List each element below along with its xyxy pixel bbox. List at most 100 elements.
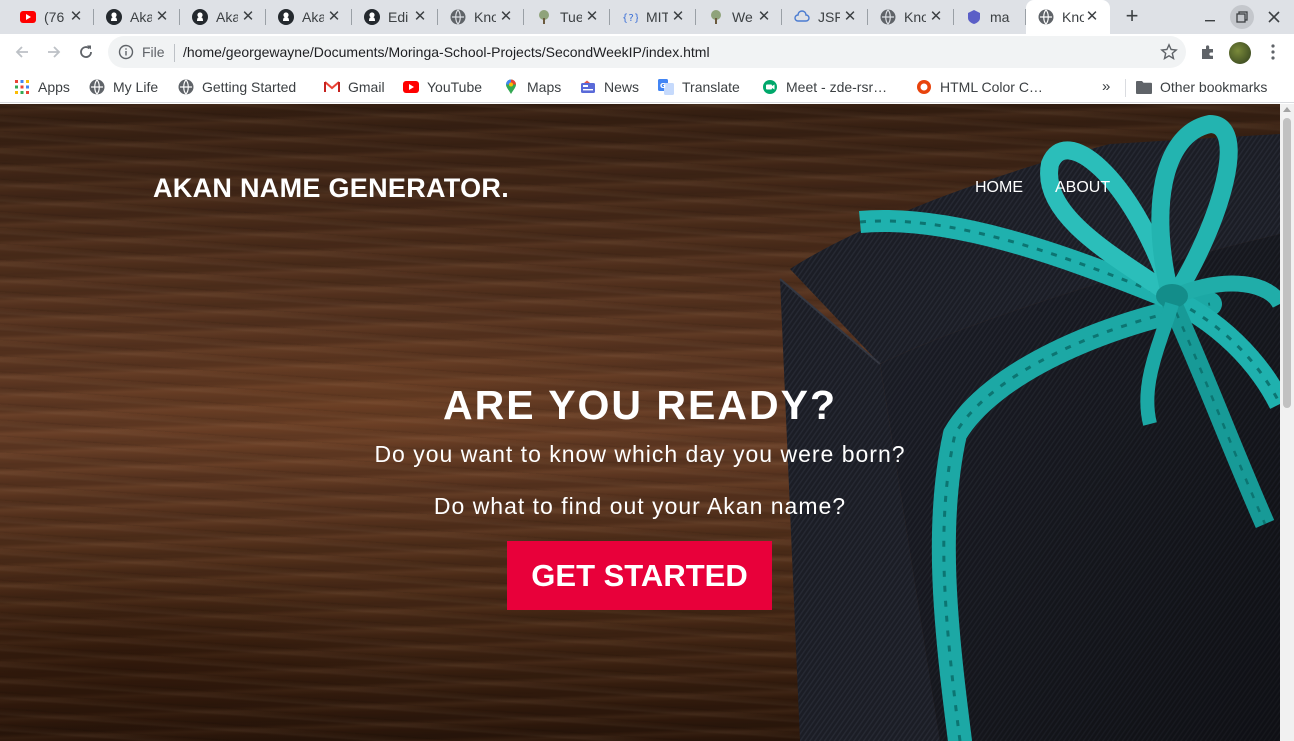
github-icon — [364, 9, 380, 25]
bookmark-html-color[interactable]: HTML Color C… — [916, 76, 1043, 98]
bookmark-my-life[interactable]: My Life — [89, 76, 158, 98]
bookmark-label: News — [604, 79, 640, 95]
tab-title: Tue — [560, 9, 582, 25]
globe-icon — [89, 79, 105, 95]
bookmark-label: Maps — [527, 79, 562, 95]
bookmark-news[interactable]: News — [580, 76, 639, 98]
bookmark-label: HTML Color C… — [940, 79, 1043, 95]
globe-icon — [880, 9, 896, 25]
github-icon — [192, 9, 208, 25]
code-icon: {?} — [622, 9, 638, 25]
tab-close-icon[interactable]: ✕ — [154, 9, 170, 25]
tab-title: We — [732, 9, 753, 25]
browser-tab[interactable]: JSF ✕ — [782, 0, 868, 34]
browser-tab[interactable]: Kno ✕ — [438, 0, 524, 34]
browser-tab[interactable]: Aka ✕ — [180, 0, 266, 34]
bookmark-label: Translate — [682, 79, 740, 95]
bookmarks-bar: Apps My Life Getting Started Gmail YouTu… — [0, 70, 1294, 103]
tab-title: (76 — [44, 9, 65, 25]
browser-tab[interactable]: Kno ✕ — [868, 0, 954, 34]
tab-close-icon[interactable]: ✕ — [240, 9, 256, 25]
menu-kebab-icon[interactable] — [1261, 40, 1285, 64]
gmail-icon — [324, 79, 340, 95]
profile-avatar[interactable] — [1229, 42, 1251, 64]
tab-close-icon[interactable]: ✕ — [412, 9, 428, 25]
browser-tab[interactable]: ma — [954, 0, 1026, 34]
bookmark-other-bookmarks[interactable]: Other bookmarks — [1136, 76, 1267, 98]
youtube-icon — [403, 79, 419, 95]
bookmark-label: Other bookmarks — [1160, 79, 1268, 95]
bookmark-label: Apps — [38, 79, 70, 95]
scheme-label: File — [142, 44, 165, 60]
bookmark-getting-started[interactable]: Getting Started — [178, 76, 296, 98]
reload-icon[interactable] — [74, 40, 98, 64]
svg-text:{?}: {?} — [622, 13, 638, 24]
tab-title: JSF — [818, 9, 840, 25]
scrollbar-thumb[interactable] — [1283, 118, 1291, 408]
hero-title: ARE YOU READY? — [442, 382, 838, 428]
tab-close-icon[interactable]: ✕ — [584, 9, 600, 25]
tab-title: Kno — [904, 9, 926, 25]
nav-about-link[interactable]: ABOUT — [1055, 179, 1110, 197]
globe-icon — [1038, 9, 1054, 25]
browser-tab[interactable]: Aka ✕ — [94, 0, 180, 34]
browser-tab[interactable]: Edi ✕ — [352, 0, 438, 34]
browser-tab[interactable]: {?} MIT ✕ — [610, 0, 696, 34]
url-text[interactable]: /home/georgewayne/Documents/Moringa-Scho… — [183, 44, 710, 60]
folder-icon — [1136, 79, 1152, 95]
tab-close-icon[interactable]: ✕ — [928, 9, 944, 25]
minimize-icon[interactable] — [1198, 5, 1222, 29]
bookmark-gmail[interactable]: Gmail — [324, 76, 385, 98]
tab-close-icon[interactable]: ✕ — [498, 9, 514, 25]
tab-title: Aka — [216, 9, 238, 25]
tab-title: Edi — [388, 9, 409, 25]
browser-tab[interactable]: Aka ✕ — [266, 0, 352, 34]
browser-toolbar: File /home/georgewayne/Documents/Moringa… — [0, 34, 1294, 70]
scroll-up-arrow-icon[interactable] — [1283, 107, 1291, 112]
bookmark-label: Getting Started — [202, 79, 297, 95]
browser-tab[interactable]: (76 ✕ — [8, 0, 94, 34]
bookmarks-divider — [1125, 79, 1126, 97]
site-logo-title[interactable]: AKAN NAME GENERATOR. — [153, 173, 509, 204]
bookmark-star-icon[interactable] — [1160, 43, 1178, 61]
tab-close-icon[interactable]: ✕ — [326, 9, 342, 25]
browser-tab-active[interactable]: Kno ✕ — [1026, 0, 1110, 34]
tab-close-icon[interactable]: ✕ — [1084, 9, 1100, 25]
get-started-button[interactable]: GET STARTED — [507, 541, 772, 610]
bookmark-translate[interactable]: G Translate — [658, 76, 740, 98]
bookmark-maps[interactable]: Maps — [503, 76, 561, 98]
tab-close-icon[interactable]: ✕ — [68, 9, 84, 25]
meet-icon — [762, 79, 778, 95]
tab-close-icon[interactable]: ✕ — [842, 9, 858, 25]
nav-home-link[interactable]: HOME — [975, 179, 1023, 197]
new-tab-button[interactable]: + — [1120, 5, 1144, 29]
tree-icon — [536, 9, 552, 25]
apps-grid-icon — [14, 79, 30, 95]
forward-icon[interactable] — [42, 40, 66, 64]
bookmark-meet[interactable]: Meet - zde-rsr… — [762, 76, 887, 98]
bookmarks-overflow-chevron-icon[interactable]: » — [1102, 78, 1110, 95]
tab-close-icon[interactable]: ✕ — [670, 9, 686, 25]
browser-tab[interactable]: We ✕ — [696, 0, 782, 34]
bookmark-label: Gmail — [348, 79, 385, 95]
page-scrollbar[interactable] — [1280, 104, 1294, 741]
info-icon[interactable] — [118, 44, 134, 60]
color-icon — [916, 79, 932, 95]
address-bar[interactable]: File /home/georgewayne/Documents/Moringa… — [108, 36, 1186, 68]
browser-tab[interactable]: Tue ✕ — [524, 0, 610, 34]
tab-title: Kno — [1062, 9, 1084, 25]
bookmark-youtube[interactable]: YouTube — [403, 76, 482, 98]
tab-close-icon[interactable]: ✕ — [756, 9, 772, 25]
restore-icon[interactable] — [1230, 5, 1254, 29]
tab-strip: (76 ✕ Aka ✕ Aka ✕ Aka ✕ Edi ✕ Kno ✕ Tue … — [0, 0, 1294, 34]
extensions-puzzle-icon[interactable] — [1196, 40, 1220, 64]
bookmark-apps[interactable]: Apps — [14, 76, 70, 98]
svg-text:G: G — [660, 82, 666, 90]
maps-pin-icon — [503, 79, 519, 95]
tree-icon — [708, 9, 724, 25]
bookmark-label: YouTube — [427, 79, 483, 95]
shield-icon — [966, 9, 982, 25]
close-window-icon[interactable] — [1262, 5, 1286, 29]
back-icon[interactable] — [10, 40, 34, 64]
youtube-icon — [20, 9, 36, 25]
